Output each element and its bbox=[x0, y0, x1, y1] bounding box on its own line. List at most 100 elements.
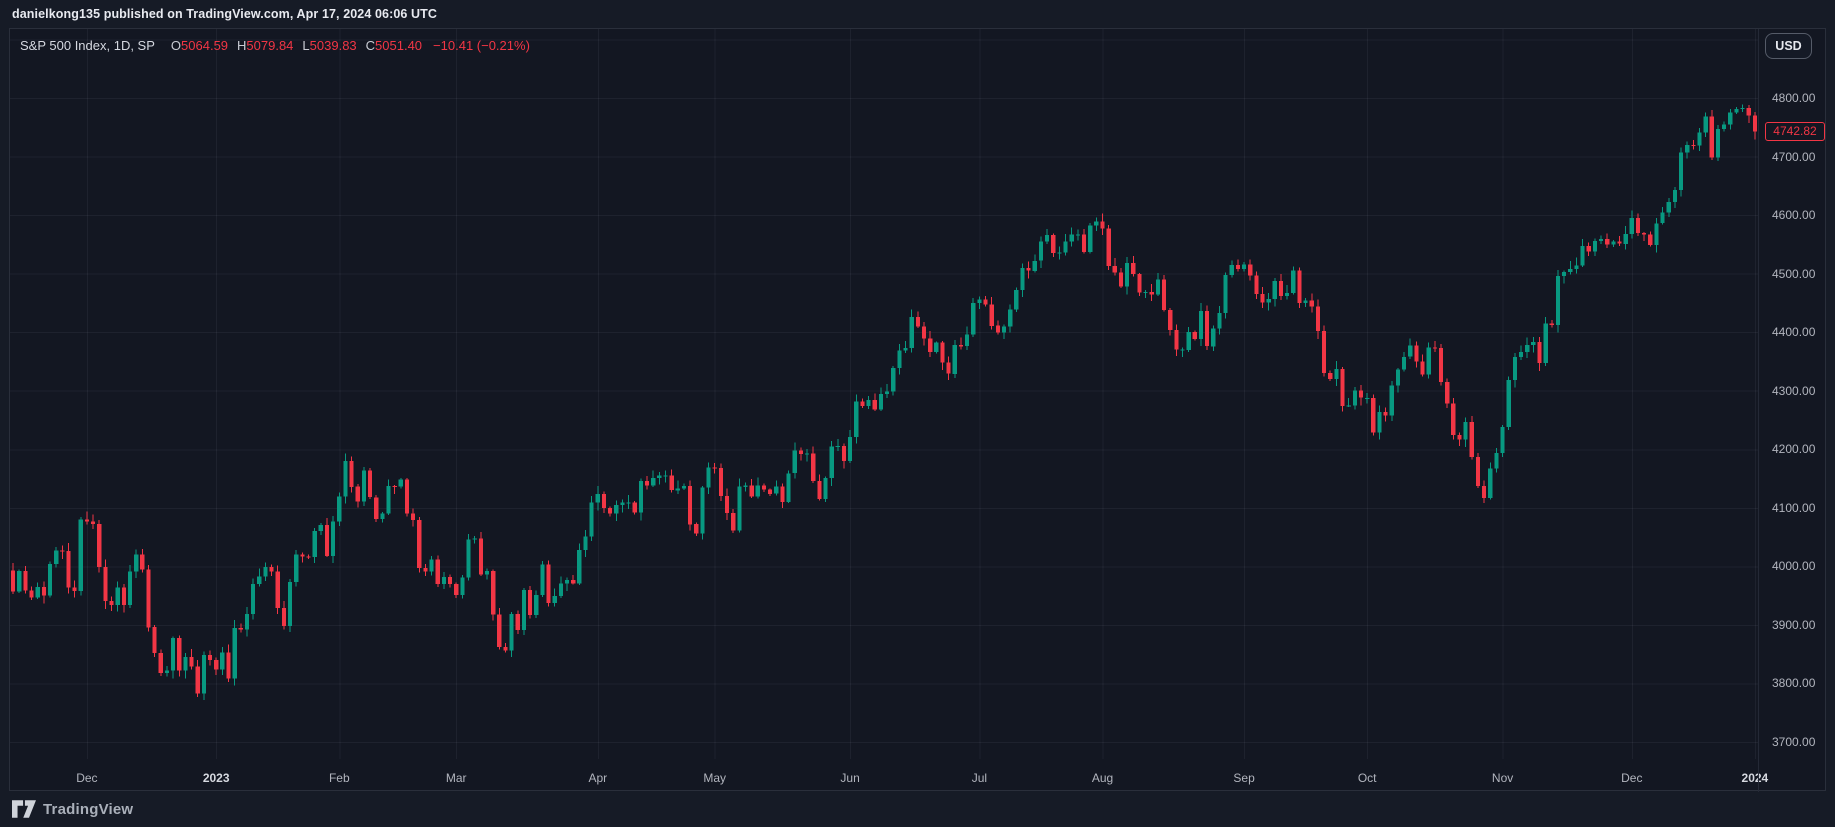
candle-body bbox=[54, 551, 58, 565]
candle-wick bbox=[1434, 341, 1435, 352]
candle-body bbox=[737, 487, 741, 531]
candle-body bbox=[97, 524, 101, 567]
candle-wick bbox=[1145, 290, 1146, 298]
candle-body bbox=[1587, 246, 1591, 251]
candle-body bbox=[707, 467, 711, 487]
time-axis[interactable]: Dec2023FebMarAprMayJunJulAugSepOctNovDec… bbox=[10, 764, 1800, 791]
candle-body bbox=[1482, 486, 1486, 498]
price-axis-label: 4200.00 bbox=[1772, 441, 1815, 457]
candle-body bbox=[928, 339, 932, 353]
candle-body bbox=[1402, 357, 1406, 370]
candle-body bbox=[1384, 412, 1388, 416]
candle-body bbox=[731, 513, 735, 531]
candle-body bbox=[608, 508, 612, 514]
grid-line-horizontal bbox=[10, 215, 1758, 216]
candle-body bbox=[1562, 272, 1566, 276]
candle-body bbox=[627, 503, 631, 504]
candle-body bbox=[1334, 369, 1338, 379]
tradingview-logo-icon bbox=[12, 800, 36, 818]
candle-body bbox=[202, 655, 206, 694]
candle-body bbox=[220, 652, 224, 669]
candle-body bbox=[1310, 301, 1314, 307]
grid-line-horizontal bbox=[10, 98, 1758, 99]
candle-body bbox=[1267, 299, 1271, 303]
candlestick-chart[interactable] bbox=[10, 29, 1758, 791]
candle-body bbox=[1599, 239, 1603, 241]
candle-body bbox=[491, 571, 495, 614]
currency-button[interactable]: USD bbox=[1765, 33, 1812, 59]
candle-body bbox=[1507, 380, 1511, 427]
candle-wick bbox=[1619, 236, 1620, 246]
grid-line-vertical bbox=[1244, 29, 1245, 759]
price-axis[interactable]: 4742.82 4800.004700.004600.004500.004400… bbox=[1758, 29, 1827, 792]
candle-body bbox=[208, 655, 212, 660]
candle-body bbox=[479, 538, 483, 574]
candle-wick bbox=[62, 546, 63, 559]
candle-body bbox=[1501, 427, 1505, 453]
candle-body bbox=[713, 467, 717, 468]
price-axis-label: 4700.00 bbox=[1772, 149, 1815, 165]
price-axis-label: 4600.00 bbox=[1772, 207, 1815, 223]
time-axis-month-label: Sep bbox=[1233, 771, 1254, 785]
candle-body bbox=[159, 653, 163, 673]
candle-body bbox=[1322, 331, 1326, 373]
candle-body bbox=[1728, 113, 1732, 125]
time-axis-month-label: Jul bbox=[972, 771, 987, 785]
candle-body bbox=[965, 335, 969, 347]
price-axis-label: 3900.00 bbox=[1772, 617, 1815, 633]
candle-body bbox=[257, 576, 261, 584]
candle-body bbox=[1697, 133, 1701, 146]
candle-body bbox=[1064, 241, 1068, 252]
candle-body bbox=[645, 481, 649, 486]
close-value: C5051.40 bbox=[366, 38, 422, 53]
candle-body bbox=[1254, 275, 1258, 294]
candle-body bbox=[1710, 117, 1714, 158]
candle-body bbox=[165, 671, 169, 673]
grid-line-horizontal bbox=[10, 157, 1758, 158]
time-axis-month-label: Apr bbox=[588, 771, 607, 785]
last-price-tag: 4742.82 bbox=[1765, 122, 1825, 141]
candle-body bbox=[1230, 265, 1234, 275]
candle-body bbox=[1741, 108, 1745, 109]
candle-body bbox=[1654, 223, 1658, 245]
candle-body bbox=[1365, 398, 1369, 399]
candle-body bbox=[226, 652, 230, 678]
candle-body bbox=[405, 480, 409, 514]
candle-body bbox=[1187, 332, 1191, 350]
tradingview-link[interactable]: TradingView bbox=[12, 800, 133, 818]
candle-body bbox=[85, 520, 89, 522]
candle-body bbox=[23, 571, 27, 590]
grid-line-vertical bbox=[598, 29, 599, 759]
candle-body bbox=[1439, 348, 1443, 382]
candle-body bbox=[694, 524, 698, 533]
candle-body bbox=[233, 628, 237, 679]
candle-body bbox=[1427, 347, 1431, 374]
candle-body bbox=[811, 453, 815, 481]
candle-wick bbox=[659, 472, 660, 485]
candle-body bbox=[116, 587, 120, 605]
candle-body bbox=[1636, 218, 1640, 233]
candle-body bbox=[300, 555, 304, 557]
symbol-title[interactable]: S&P 500 Index, 1D, SP bbox=[20, 38, 155, 53]
candle-body bbox=[1260, 294, 1264, 302]
candle-body bbox=[103, 567, 107, 601]
grid-line-vertical bbox=[1103, 29, 1104, 759]
candle-body bbox=[1451, 404, 1455, 436]
candle-body bbox=[830, 446, 834, 478]
candle-body bbox=[497, 614, 501, 647]
candle-body bbox=[1285, 293, 1289, 296]
candle-body bbox=[1224, 275, 1228, 313]
candle-body bbox=[670, 476, 674, 491]
candle-body bbox=[466, 539, 470, 577]
candle-body bbox=[263, 567, 267, 576]
candle-body bbox=[448, 577, 452, 584]
grid-line-vertical bbox=[979, 29, 980, 759]
candle-body bbox=[1377, 412, 1381, 433]
grid-line-vertical bbox=[339, 29, 340, 759]
candle-body bbox=[17, 571, 21, 592]
candle-body bbox=[1371, 398, 1375, 433]
candle-body bbox=[577, 550, 581, 583]
candle-body bbox=[442, 577, 446, 584]
candle-body bbox=[417, 520, 421, 568]
candle-wick bbox=[1570, 261, 1571, 275]
